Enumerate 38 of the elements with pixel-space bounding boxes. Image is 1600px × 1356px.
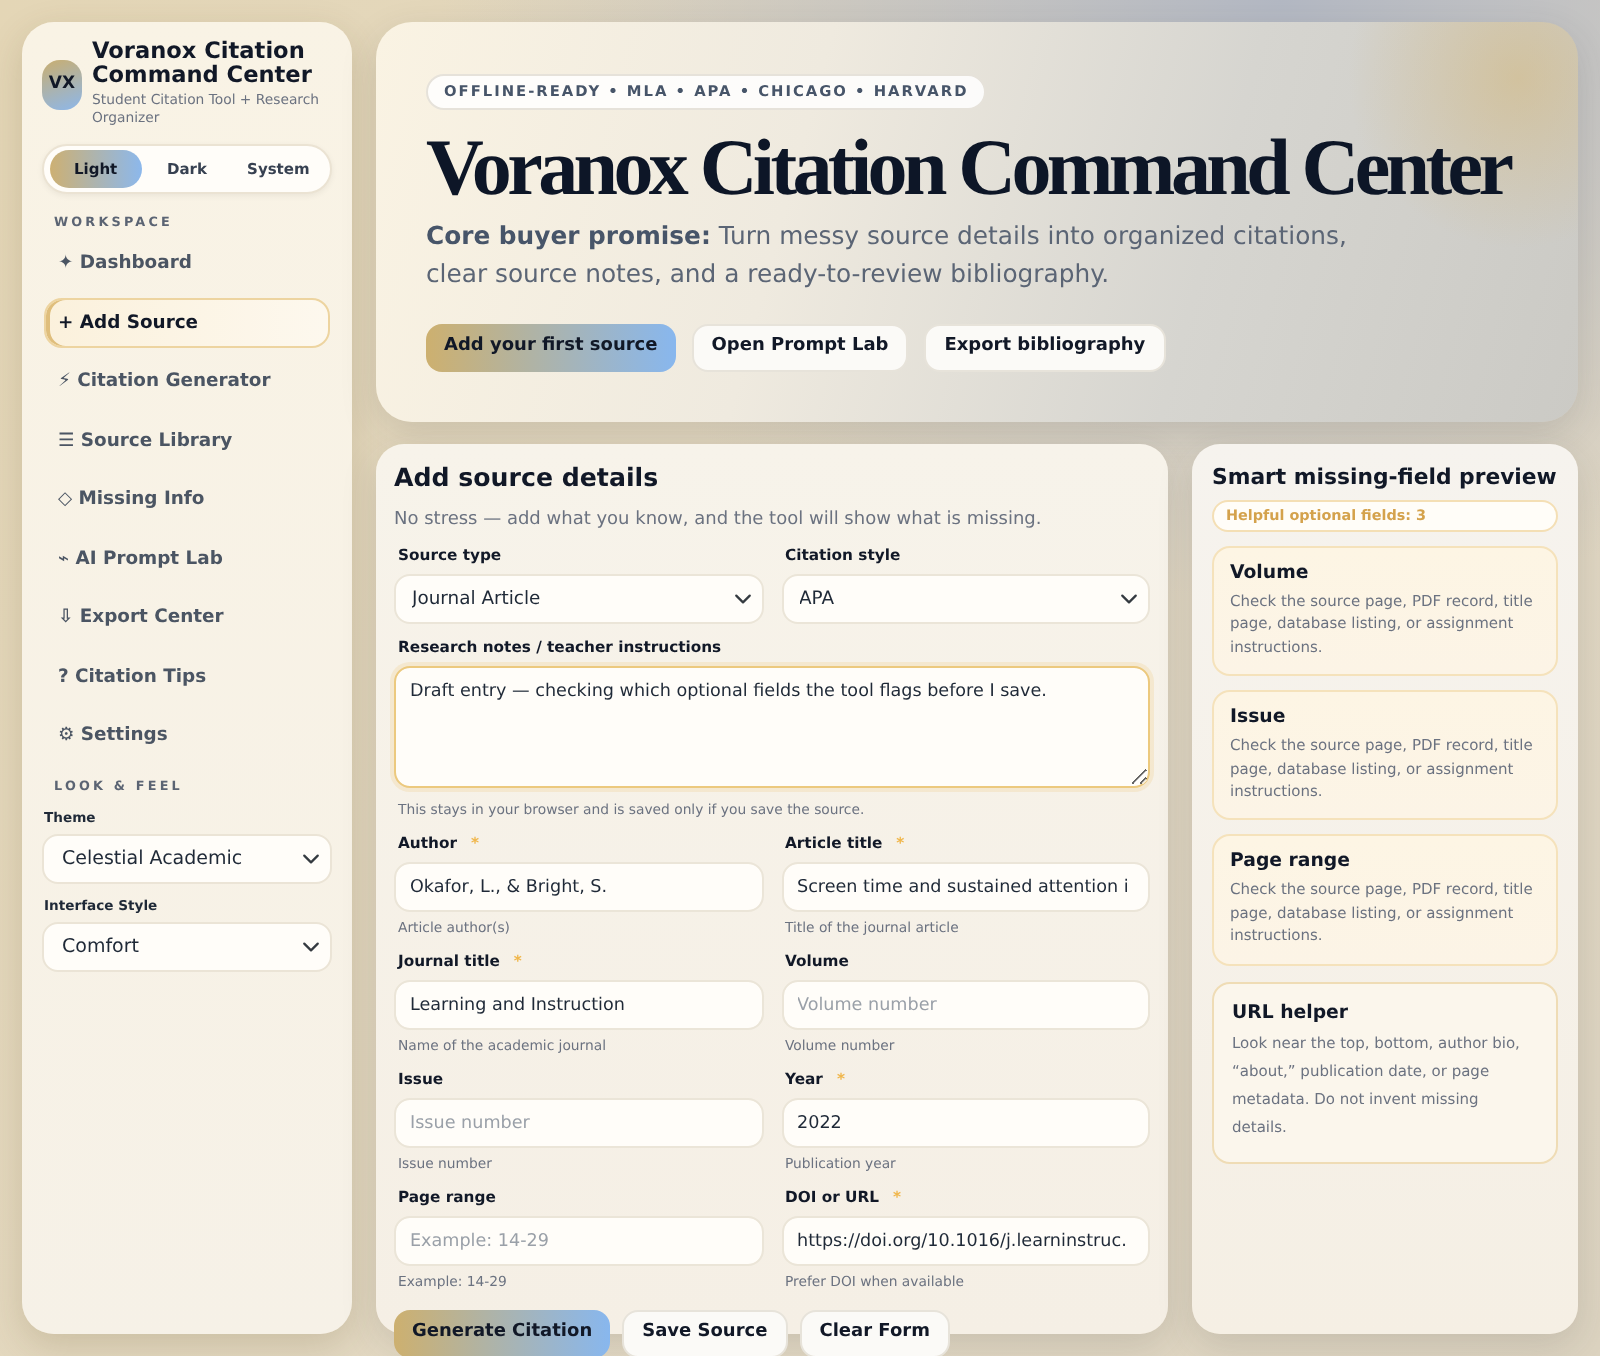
nav-link[interactable]: ◇ Missing Info [44,475,330,526]
nav-link[interactable]: ⌁ AI Prompt Lab [44,534,330,585]
form-title: Add source details [394,462,661,494]
input-field[interactable]: Volume number [781,980,1150,1030]
nav-link[interactable]: ☰ Source Library [44,416,330,467]
promise-text: Core buyer promise: Turn messy source details into organized citations, clear source notes, and a ready-to-review bibliography. [426,218,1349,292]
input-field[interactable]: 2022 [781,1098,1150,1148]
secondary-button[interactable]: Open Prompt Lab [691,324,909,372]
logo-mark: VX [42,59,82,109]
secondary-button[interactable]: Export bibliography [924,324,1166,372]
card-title: URL helper [1232,1001,1351,1026]
textarea-field[interactable]: Draft entry — checking which optional fields the tool flags before I save. [394,666,1150,788]
primary-button[interactable]: Add your first source [426,324,676,372]
secondary-button[interactable]: Save Source [622,1310,788,1356]
input-field[interactable]: https://doi.org/10.1016/j.learninstruc. [781,1216,1150,1266]
card-title: Volume [1230,562,1311,586]
card-title: Issue [1230,706,1288,731]
primary-button[interactable]: Generate Citation [394,1310,611,1356]
card-title: Page range [1230,850,1352,875]
select-field[interactable]: APA [781,574,1150,624]
select-field[interactable]: Celestial Academic [42,834,332,885]
secondary-button[interactable]: Clear Form [799,1310,950,1356]
input-field[interactable]: Screen time and sustained attention i [781,862,1150,912]
nav-link[interactable]: ✦ Dashboard [44,239,330,290]
nav-link[interactable]: ⇩ Export Center [44,593,330,644]
select-field[interactable]: Comfort [42,922,332,973]
form-subtitle: No stress — add what you know, and the tool will show what is missing. [394,508,1044,532]
input-field[interactable]: Okafor, L., & Bright, S. [394,862,763,912]
nav-link[interactable]: + Add Source [44,298,330,349]
input-field[interactable]: Issue number [394,1098,763,1148]
nav-link[interactable]: ? Citation Tips [44,652,330,703]
hero-title: Voranox Citation Command Center [426,126,1513,210]
nav-link[interactable]: ⚙ Settings [44,711,330,762]
panel-title: Smart missing-field preview [1212,462,1558,494]
input-field[interactable]: Learning and Instruction [394,980,763,1030]
app-title: Voranox Citation Command Center [92,40,314,88]
nav-link[interactable]: ⚡ Citation Generator [44,357,330,408]
input-field[interactable]: Example: 14-29 [394,1216,763,1266]
